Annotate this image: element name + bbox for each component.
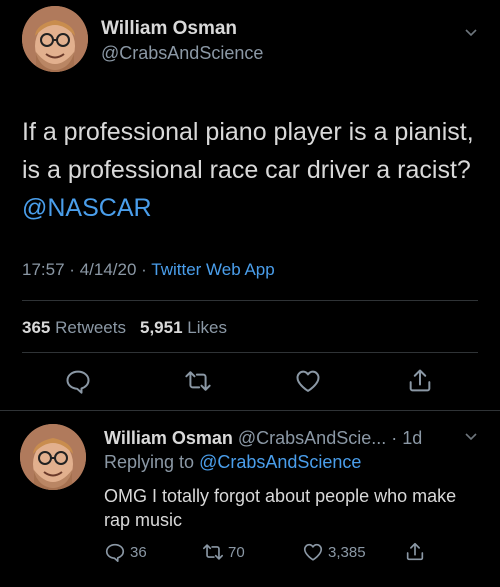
mention-link[interactable]: @NASCAR <box>22 194 152 222</box>
retweet-action[interactable]: 70 <box>202 540 245 564</box>
avatar[interactable] <box>20 424 86 490</box>
author-handle[interactable]: @CrabsAndScience <box>101 43 263 64</box>
tweet-text: If a professional piano player is a pian… <box>22 113 482 227</box>
tweet-text-body: If a professional piano player is a pian… <box>22 118 474 184</box>
reply-author-handle[interactable]: @CrabsAndScie... <box>238 428 386 448</box>
like-icon[interactable] <box>294 367 322 395</box>
share-action[interactable] <box>404 540 426 564</box>
author-name[interactable]: William Osman <box>101 18 237 40</box>
reply-action[interactable]: 36 <box>104 540 147 564</box>
reply-actions: 36 70 3,385 <box>0 540 500 566</box>
retweet-icon <box>203 544 223 560</box>
meta-separator: · <box>141 260 147 279</box>
replying-to-link[interactable]: @CrabsAndScience <box>199 452 361 472</box>
like-count: 3,385 <box>328 543 366 561</box>
tweet-date[interactable]: 4/14/20 <box>80 260 137 279</box>
tweet-metadata: 17:57 · 4/14/20 · Twitter Web App <box>22 260 275 280</box>
replying-prefix: Replying to <box>104 452 200 472</box>
reply-text: OMG I totally forgot about people who ma… <box>104 486 457 530</box>
retweet-icon[interactable] <box>184 367 212 395</box>
retweets-label: Retweets <box>55 318 126 337</box>
tweet-stats: 365 Retweets 5,951 Likes <box>22 318 227 338</box>
reply-icon[interactable] <box>64 367 92 395</box>
tweet-source[interactable]: Twitter Web App <box>151 260 274 279</box>
tweet-time[interactable]: 17:57 <box>22 260 65 279</box>
divider <box>0 410 500 411</box>
reply-icon <box>105 543 125 562</box>
reply-time[interactable]: · 1d <box>391 428 422 448</box>
like-icon <box>303 543 323 561</box>
replying-to: Replying to @CrabsAndScience <box>104 452 361 473</box>
likes-stat[interactable]: 5,951 Likes <box>140 318 227 337</box>
reply-author-name[interactable]: William Osman <box>104 428 233 448</box>
likes-label: Likes <box>187 318 227 337</box>
reply-header: William Osman @CrabsAndScie... · 1d <box>104 428 422 449</box>
avatar[interactable] <box>22 6 88 72</box>
divider <box>22 352 478 353</box>
like-action[interactable]: 3,385 <box>302 540 366 564</box>
reply-count: 36 <box>130 543 147 561</box>
likes-count: 5,951 <box>139 318 183 337</box>
divider <box>22 300 478 301</box>
retweets-count: 365 <box>22 318 51 337</box>
retweets-stat[interactable]: 365 Retweets <box>22 318 126 337</box>
share-icon <box>406 542 424 561</box>
share-icon[interactable] <box>406 367 434 395</box>
meta-separator: · <box>69 260 75 279</box>
chevron-down-icon[interactable] <box>464 28 478 38</box>
chevron-down-icon[interactable] <box>464 432 478 442</box>
retweet-count: 70 <box>228 543 245 561</box>
